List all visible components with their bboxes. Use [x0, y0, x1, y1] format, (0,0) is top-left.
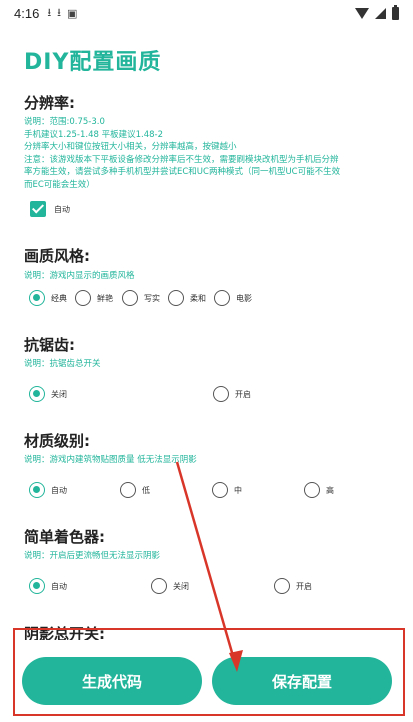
shader-title: 简单着色器: [24, 528, 105, 546]
antialias-description: 说明：抗锯齿总开关 [24, 359, 101, 369]
material-option-medium[interactable]: 中 [212, 480, 242, 500]
shader-option-off[interactable]: 关闭 [151, 576, 189, 596]
style-option-vivid[interactable]: 鲜艳 [75, 288, 113, 308]
radio-selected-icon[interactable] [29, 290, 45, 306]
shader-description: 说明：开启后更流畅但无法显示阴影 [24, 551, 161, 561]
download-icon: ⭳ [47, 5, 52, 19]
shader-radio-group: 自动 关闭 开启 [0, 576, 413, 596]
generate-code-button[interactable]: 生成代码 [22, 657, 202, 705]
resolution-auto-checkbox-row[interactable]: 自动 [30, 201, 70, 217]
radio-selected-icon[interactable] [29, 482, 45, 498]
material-option-low[interactable]: 低 [120, 480, 150, 500]
battery-icon [392, 4, 399, 20]
radio-icon[interactable] [274, 578, 290, 594]
wifi-icon [355, 7, 369, 19]
antialias-title: 抗锯齿: [24, 336, 75, 354]
page-title: DIY配置画质 [24, 50, 162, 75]
style-title: 画质风格: [24, 247, 90, 265]
radio-icon[interactable] [304, 482, 320, 498]
material-option-high[interactable]: 高 [304, 480, 334, 500]
resolution-desc-line: 手机建议1.25-1.48 平板建议1.48-2 [24, 129, 164, 140]
radio-selected-icon[interactable] [29, 386, 45, 402]
radio-icon[interactable] [75, 290, 91, 306]
resolution-title: 分辨率: [24, 94, 75, 112]
material-option-auto[interactable]: 自动 [29, 480, 67, 500]
resolution-desc-line: 说明：范围:0.75-3.0 [24, 117, 105, 127]
resolution-desc-line: 而EC可能会生效） [24, 179, 95, 190]
radio-icon[interactable] [120, 482, 136, 498]
material-title: 材质级别: [24, 432, 90, 450]
resolution-description: 说明：范围:0.75-3.0 手机建议1.25-1.48 平板建议1.48-2 … [24, 116, 394, 191]
radio-icon[interactable] [213, 386, 229, 402]
style-description: 说明：游戏内显示的画质风格 [24, 271, 135, 281]
antialias-radio-group: 关闭 开启 [0, 384, 413, 404]
shader-option-auto[interactable]: 自动 [29, 576, 67, 596]
status-bar: 4:16 ⭳ ⭳ ▣ [0, 0, 413, 26]
radio-icon[interactable] [212, 482, 228, 498]
signal-icon [375, 7, 386, 19]
resolution-desc-line: 分辨率大小和键位按钮大小相关，分辨率越高，按键越小 [24, 142, 237, 152]
style-option-soft[interactable]: 柔和 [168, 288, 206, 308]
style-option-classic[interactable]: 经典 [29, 288, 67, 308]
resolution-auto-label: 自动 [54, 204, 70, 214]
radio-selected-icon[interactable] [29, 578, 45, 594]
radio-icon[interactable] [151, 578, 167, 594]
status-time: 4:16 [14, 5, 40, 21]
radio-icon[interactable] [168, 290, 184, 306]
radio-icon[interactable] [122, 290, 138, 306]
antialias-option-on[interactable]: 开启 [213, 384, 251, 404]
style-option-realistic[interactable]: 写实 [122, 288, 160, 308]
app-a-icon: ▣ [67, 6, 78, 20]
save-config-button[interactable]: 保存配置 [212, 657, 392, 705]
checkbox-checked-icon[interactable] [30, 201, 46, 217]
material-description: 说明：游戏内建筑物贴图质量 低无法显示阴影 [24, 455, 197, 465]
shader-option-on[interactable]: 开启 [274, 576, 312, 596]
resolution-desc-line: 注意：该游戏版本下平板设备修改分辨率后不生效，需要刷模块改机型为手机后分辨 [24, 154, 339, 165]
download-icon: ⭳ [57, 5, 62, 19]
resolution-desc-line: 率方能生效，请尝试多种手机机型并尝试EC和UC两种模式（同一机型UC可能不生效 [24, 167, 341, 177]
antialias-option-off[interactable]: 关闭 [29, 384, 67, 404]
style-radio-group: 经典 鲜艳 写实 柔和 电影 [0, 288, 413, 308]
material-radio-group: 自动 低 中 高 [0, 480, 413, 500]
radio-icon[interactable] [214, 290, 230, 306]
style-option-movie[interactable]: 电影 [214, 288, 252, 308]
